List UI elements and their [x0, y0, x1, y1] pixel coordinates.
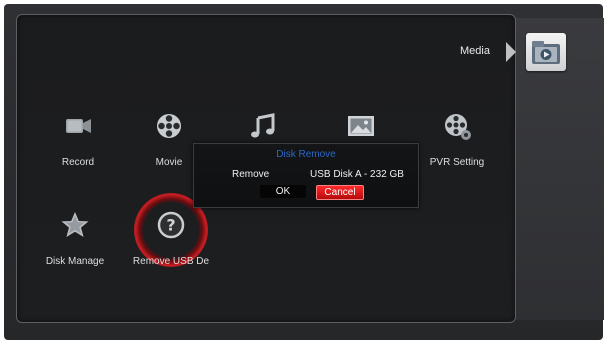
star-icon	[59, 209, 91, 241]
menu-item-label: Record	[61, 157, 95, 168]
media-pointer-arrow-icon	[506, 42, 516, 62]
menu-item-label: Disk Manage	[45, 256, 105, 267]
dialog-field-value[interactable]: USB Disk A - 232 GB	[310, 169, 404, 180]
ok-button[interactable]: OK	[260, 185, 306, 198]
menu-item-label: Remove USB De	[132, 256, 210, 267]
dialog-title: Disk Remove	[276, 149, 336, 160]
question-icon: ?	[155, 209, 187, 241]
menu-item-record[interactable]: Record	[33, 110, 123, 170]
photo-icon	[345, 110, 377, 142]
menu-item-pvr-setting[interactable]: PVR Setting	[412, 110, 502, 170]
record-camera-icon	[62, 110, 94, 142]
media-section-label: Media	[460, 45, 490, 57]
menu-item-disk-manage[interactable]: Disk Manage	[30, 209, 120, 269]
music-note-icon	[247, 110, 279, 142]
cancel-button[interactable]: Cancel	[316, 185, 364, 200]
film-reel-icon	[153, 110, 185, 142]
media-folder-icon[interactable]	[526, 33, 566, 71]
pvr-setting-icon	[441, 110, 473, 142]
menu-item-label: PVR Setting	[429, 157, 485, 168]
menu-item-remove-usb[interactable]: ? Remove USB De	[126, 209, 216, 269]
disk-remove-dialog: Disk Remove Remove USB Disk A - 232 GB O…	[193, 143, 419, 208]
dialog-field-label: Remove	[232, 169, 270, 180]
svg-text:?: ?	[166, 216, 175, 235]
